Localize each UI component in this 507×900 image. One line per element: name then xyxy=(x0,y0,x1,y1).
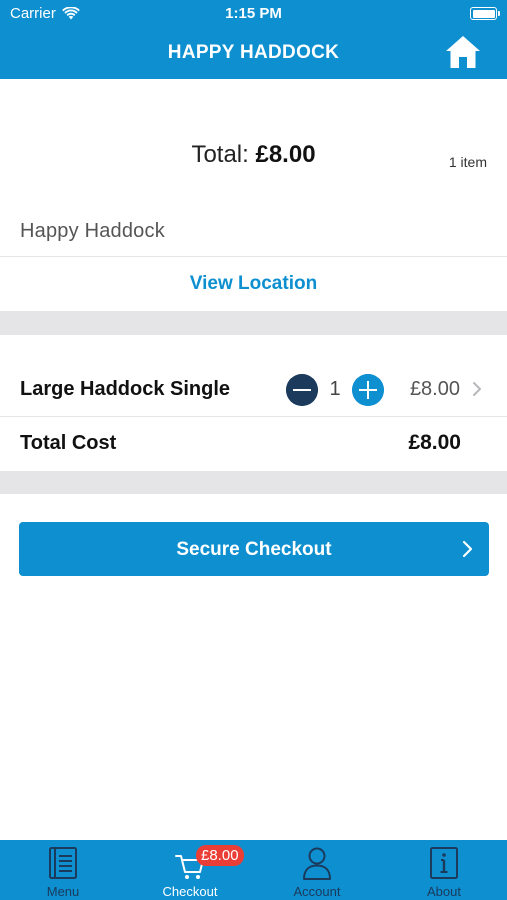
info-icon xyxy=(430,847,458,879)
cart-item-name: Large Haddock Single xyxy=(20,378,231,400)
chevron-right-icon[interactable] xyxy=(471,380,483,398)
view-location-link[interactable]: View Location xyxy=(0,257,507,311)
order-total-value: £8.00 xyxy=(255,141,316,168)
tab-menu-label: Menu xyxy=(46,884,80,899)
nav-bar: HAPPY HADDOCK xyxy=(0,28,507,79)
home-icon[interactable] xyxy=(444,34,482,70)
battery-icon xyxy=(470,7,500,20)
increase-quantity-button[interactable] xyxy=(352,374,384,406)
chevron-right-icon xyxy=(462,540,473,558)
status-bar: Carrier 1:15 PM xyxy=(0,0,507,28)
restaurant-row: Happy Haddock xyxy=(0,209,507,257)
cart-item-price: £8.00 xyxy=(409,378,460,400)
item-count: 1 item xyxy=(448,154,487,170)
tab-menu[interactable]: Menu xyxy=(0,840,126,900)
tab-about-label: About xyxy=(427,884,461,899)
section-separator xyxy=(0,471,507,494)
secure-checkout-button[interactable]: Secure Checkout xyxy=(19,522,489,576)
section-spacer xyxy=(0,335,507,364)
order-summary: Total: £8.00 1 item xyxy=(0,79,507,209)
order-total-label: Total: xyxy=(191,141,249,168)
tab-account-label: Account xyxy=(293,884,341,899)
menu-book-icon xyxy=(49,847,77,879)
order-total: Total: £8.00 xyxy=(0,141,507,169)
tab-about[interactable]: About xyxy=(381,840,507,900)
total-cost-row: Total Cost £8.00 xyxy=(0,417,507,471)
decrease-quantity-button[interactable] xyxy=(286,374,318,406)
total-cost-value: £8.00 xyxy=(408,431,461,454)
status-time: 1:15 PM xyxy=(225,5,282,22)
cart-item-row[interactable]: Large Haddock Single 1 £8.00 xyxy=(0,364,507,417)
page-title: HAPPY HADDOCK xyxy=(167,42,340,63)
tab-account[interactable]: Account xyxy=(254,840,380,900)
tab-checkout-label: Checkout xyxy=(162,884,218,899)
secure-checkout-label: Secure Checkout xyxy=(176,539,332,560)
account-icon xyxy=(303,847,331,880)
cart-item-quantity: 1 xyxy=(329,378,341,400)
restaurant-name: Happy Haddock xyxy=(20,220,165,242)
total-cost-label: Total Cost xyxy=(20,432,117,454)
cart-total-badge: £8.00 xyxy=(196,845,244,866)
tab-bar: Menu Checkout Account About xyxy=(0,840,507,900)
section-separator xyxy=(0,311,507,335)
